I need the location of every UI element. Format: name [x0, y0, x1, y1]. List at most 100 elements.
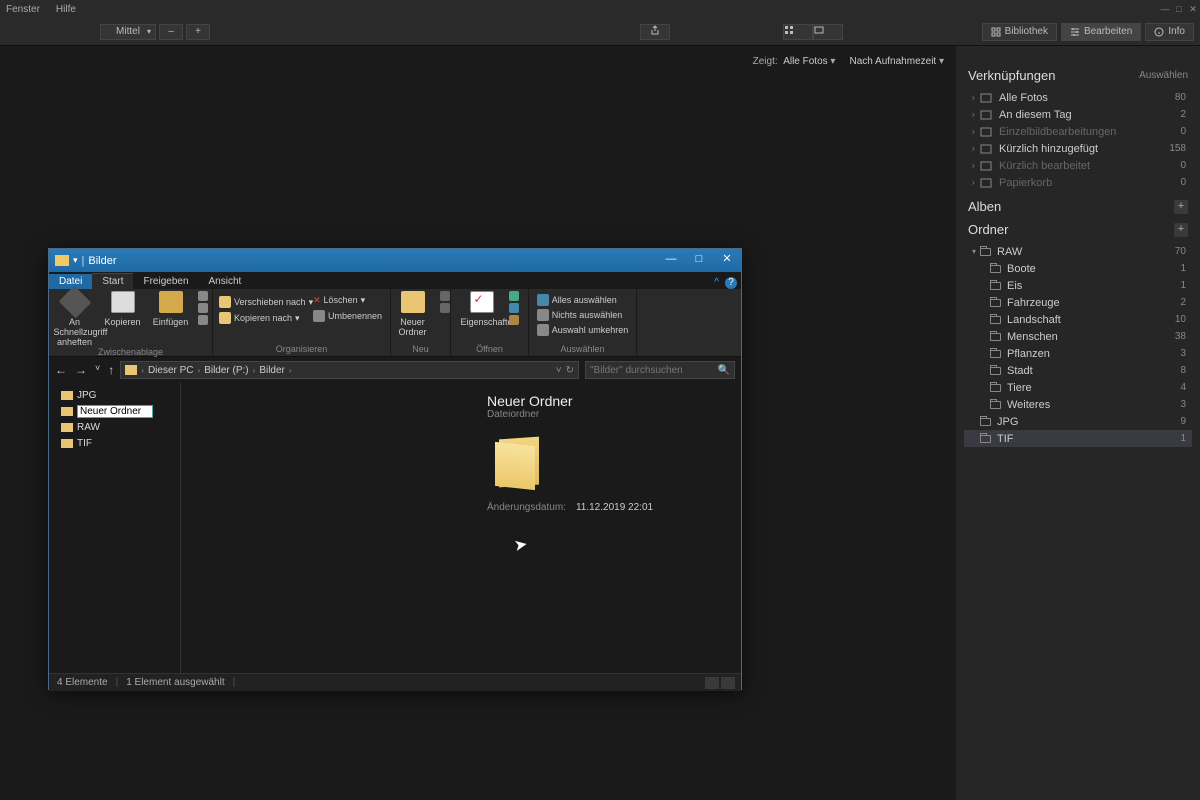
- search-icon[interactable]: 🔍: [718, 365, 730, 376]
- explorer-titlebar[interactable]: ▾ | Bilder — □ ✕: [49, 249, 741, 272]
- tab-start[interactable]: Start: [92, 273, 133, 289]
- copy-to-button[interactable]: Kopieren nach ▾: [219, 311, 300, 325]
- menu-window[interactable]: Fenster: [6, 4, 40, 15]
- maximize-icon[interactable]: □: [1172, 4, 1186, 14]
- copy-button[interactable]: Kopieren: [102, 291, 144, 327]
- folder-item[interactable]: Pflanzen3: [964, 345, 1192, 362]
- folder-item[interactable]: Landschaft10: [964, 311, 1192, 328]
- folder-item[interactable]: Tiere4: [964, 379, 1192, 396]
- refresh-icon[interactable]: ↻: [566, 365, 574, 376]
- tab-file[interactable]: Datei: [49, 274, 92, 289]
- folder-item[interactable]: TIF1: [964, 430, 1192, 447]
- easy-access-icon[interactable]: [440, 303, 450, 313]
- library-icon: [991, 27, 1001, 37]
- close-button[interactable]: ✕: [713, 249, 741, 272]
- explorer-body: JPGRAWTIF ➤ Neuer Ordner Dateiordner Änd…: [49, 383, 741, 673]
- link-item[interactable]: ›Papierkorb0: [964, 174, 1192, 191]
- chevron-right-icon[interactable]: ›: [972, 161, 980, 170]
- add-folder-button[interactable]: +: [1174, 223, 1188, 237]
- tree-item[interactable]: JPG: [49, 387, 180, 403]
- info-mode-button[interactable]: Info: [1145, 23, 1194, 41]
- recent-dropdown[interactable]: ˅: [95, 363, 100, 377]
- folder-item[interactable]: Eis1: [964, 277, 1192, 294]
- address-field[interactable]: › Dieser PC › Bilder (P:) › Bilder › ˅ ↻: [120, 361, 579, 379]
- breadcrumb-drive[interactable]: Bilder (P:): [204, 365, 248, 376]
- tree-item[interactable]: [49, 403, 180, 419]
- back-button[interactable]: ←: [55, 363, 67, 377]
- delete-button[interactable]: ✕Löschen ▾: [313, 293, 382, 307]
- new-item-icon[interactable]: [440, 291, 450, 301]
- chevron-right-icon[interactable]: ›: [141, 366, 144, 375]
- minimize-button[interactable]: —: [657, 249, 685, 272]
- select-none-button[interactable]: Nichts auswählen: [537, 308, 623, 322]
- tab-share[interactable]: Freigeben: [133, 274, 198, 289]
- new-folder-button[interactable]: Neuer Ordner: [392, 291, 434, 337]
- folder-root[interactable]: ▾ RAW 70: [964, 243, 1192, 260]
- paste-shortcut-icon[interactable]: [198, 315, 208, 325]
- invert-selection-button[interactable]: Auswahl umkehren: [537, 323, 629, 337]
- dropdown-icon[interactable]: ˅: [556, 365, 562, 376]
- rename-button[interactable]: Umbenennen: [313, 309, 382, 323]
- select-all-button[interactable]: Alles auswählen: [537, 293, 617, 307]
- folder-item[interactable]: Boote1: [964, 260, 1192, 277]
- minimize-icon[interactable]: —: [1158, 4, 1172, 14]
- folder-item[interactable]: Menschen38: [964, 328, 1192, 345]
- link-item[interactable]: ›Alle Fotos80: [964, 89, 1192, 106]
- tree-item[interactable]: TIF: [49, 435, 180, 451]
- rename-input[interactable]: [77, 405, 153, 418]
- breadcrumb-folder[interactable]: Bilder: [259, 365, 285, 376]
- grid-view-button[interactable]: [783, 24, 813, 40]
- add-album-button[interactable]: +: [1174, 200, 1188, 214]
- up-button[interactable]: ↑: [108, 363, 114, 377]
- preview-name: Neuer Ordner: [487, 393, 727, 409]
- library-mode-button[interactable]: Bibliothek: [982, 23, 1057, 41]
- link-item[interactable]: ›An diesem Tag2: [964, 106, 1192, 123]
- edit-icon[interactable]: [509, 303, 519, 313]
- content-pane[interactable]: ➤: [181, 383, 473, 673]
- zoom-out-button[interactable]: –: [159, 24, 183, 40]
- link-item[interactable]: ›Kürzlich hinzugefügt158: [964, 140, 1192, 157]
- maximize-button[interactable]: □: [685, 249, 713, 272]
- single-view-button[interactable]: [813, 24, 843, 40]
- pin-quickaccess-button[interactable]: An Schnellzugriff anheften: [54, 291, 96, 347]
- folder-label: Weiteres: [1007, 399, 1050, 411]
- filter-sort[interactable]: Nach Aufnahmezeit ▾: [849, 56, 944, 67]
- folder-item[interactable]: Weiteres3: [964, 396, 1192, 413]
- chevron-right-icon[interactable]: ›: [972, 110, 980, 119]
- folder-item[interactable]: Stadt8: [964, 362, 1192, 379]
- chevron-right-icon[interactable]: ›: [972, 127, 980, 136]
- properties-button[interactable]: Eigenschaften: [461, 291, 503, 327]
- qat-chevron-icon[interactable]: ▾: [73, 255, 78, 266]
- collapse-ribbon-icon[interactable]: ^: [714, 277, 719, 289]
- link-item[interactable]: ›Kürzlich bearbeitet0: [964, 157, 1192, 174]
- menu-help[interactable]: Hilfe: [56, 4, 76, 15]
- copy-path-icon[interactable]: [198, 303, 208, 313]
- zoom-in-button[interactable]: +: [186, 24, 210, 40]
- zoom-level-select[interactable]: Mittel: [100, 24, 156, 40]
- chevron-right-icon[interactable]: ›: [972, 144, 980, 153]
- chevron-right-icon[interactable]: ›: [972, 178, 980, 187]
- folder-item[interactable]: JPG9: [964, 413, 1192, 430]
- paste-button[interactable]: Einfügen: [150, 291, 192, 327]
- link-item[interactable]: ›Einzelbildbearbeitungen0: [964, 123, 1192, 140]
- tree-item[interactable]: RAW: [49, 419, 180, 435]
- edit-mode-button[interactable]: Bearbeiten: [1061, 23, 1141, 41]
- tab-view[interactable]: Ansicht: [199, 274, 252, 289]
- cut-icon[interactable]: [198, 291, 208, 301]
- thumbs-view-icon[interactable]: [721, 677, 735, 689]
- forward-button[interactable]: →: [75, 363, 87, 377]
- details-view-icon[interactable]: [705, 677, 719, 689]
- search-field[interactable]: "Bilder" durchsuchen 🔍: [585, 361, 735, 379]
- folder-item[interactable]: Fahrzeuge2: [964, 294, 1192, 311]
- open-icon[interactable]: [509, 291, 519, 301]
- filter-shows[interactable]: Zeigt: Alle Fotos ▾: [753, 56, 836, 67]
- close-icon[interactable]: ✕: [1186, 4, 1200, 15]
- chevron-down-icon[interactable]: ▾: [972, 247, 980, 256]
- links-select-action[interactable]: Auswählen: [1139, 70, 1188, 81]
- chevron-right-icon[interactable]: ›: [972, 93, 980, 102]
- share-button[interactable]: [640, 24, 670, 40]
- breadcrumb-pc[interactable]: Dieser PC: [148, 365, 194, 376]
- help-icon[interactable]: ?: [725, 277, 737, 289]
- move-to-button[interactable]: Verschieben nach ▾: [219, 295, 313, 309]
- history-icon[interactable]: [509, 315, 519, 325]
